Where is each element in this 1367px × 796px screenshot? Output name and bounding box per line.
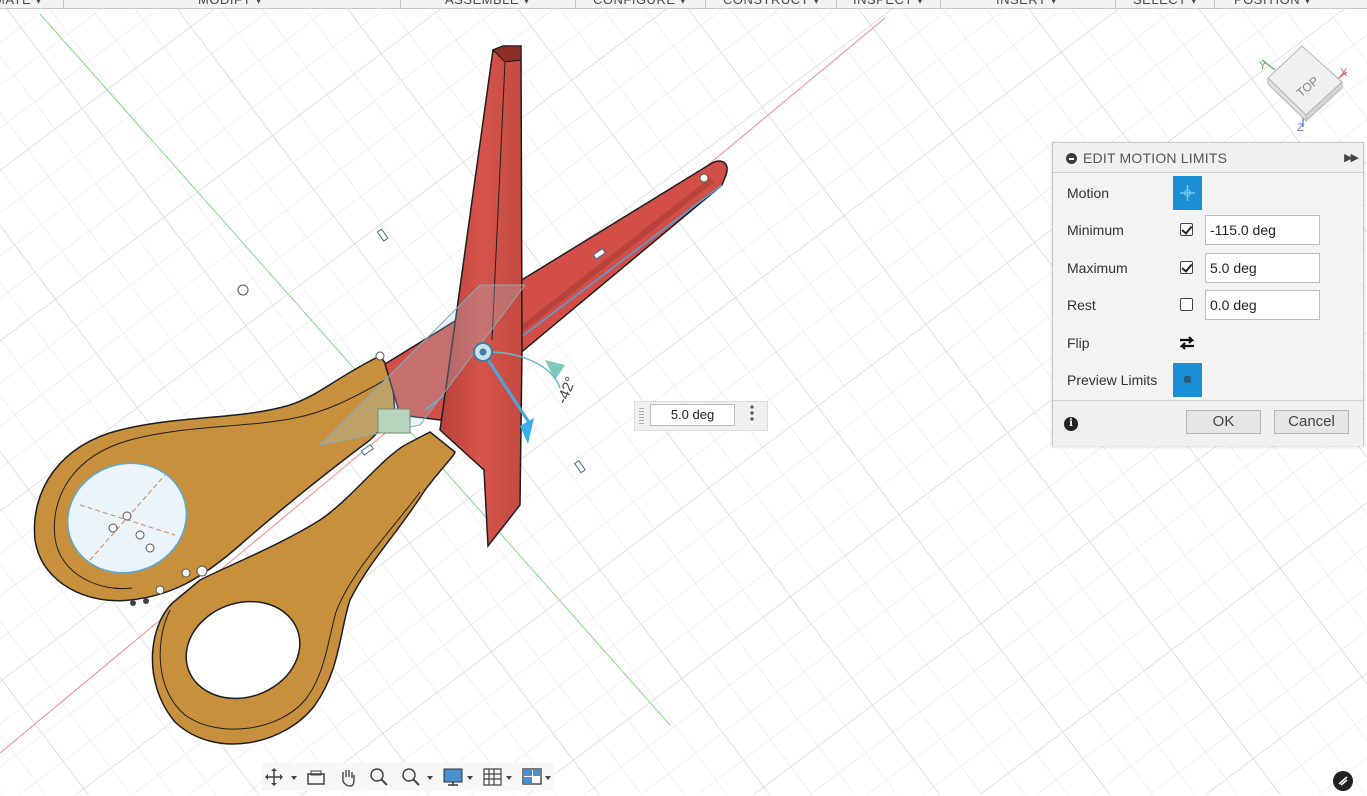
navigation-toolbar: [262, 763, 554, 791]
minimum-row: Minimum -115.0 deg: [1053, 213, 1363, 247]
flip-arrows-icon[interactable]: [1177, 333, 1197, 353]
menu-mate[interactable]: MATE ▾: [0, 0, 42, 8]
dialog-header: EDIT MOTION LIMITS ▶▶: [1053, 143, 1363, 173]
angle-input-widget: 5.0 deg: [634, 401, 768, 431]
dialog-title: EDIT MOTION LIMITS: [1083, 150, 1228, 166]
menu-separator: [575, 0, 576, 8]
cancel-button[interactable]: Cancel: [1274, 410, 1349, 434]
menu-assemble[interactable]: ASSEMBLE ▾: [445, 0, 530, 8]
preview-limits-toggle[interactable]: [1173, 363, 1202, 397]
drag-grip-icon[interactable]: [639, 408, 644, 424]
more-options-icon[interactable]: [750, 405, 754, 421]
maximum-checkbox[interactable]: [1180, 261, 1193, 274]
menu-separator: [1214, 0, 1215, 8]
dialog-footer: i OK Cancel: [1053, 400, 1363, 446]
viewcube-axis-y: Y: [1259, 60, 1267, 72]
maximum-label: Maximum: [1067, 260, 1128, 276]
motion-label: Motion: [1067, 185, 1110, 201]
pan-hand-icon[interactable]: [337, 767, 359, 787]
preview-limits-label: Preview Limits: [1067, 372, 1158, 388]
capture-position-icon[interactable]: [305, 767, 327, 787]
menu-inspect[interactable]: INSPECT ▾: [853, 0, 924, 8]
menu-modify[interactable]: MODIFY ▾: [198, 0, 262, 8]
motion-row: Motion: [1053, 176, 1363, 210]
minimum-input[interactable]: -115.0 deg: [1205, 215, 1320, 245]
viewcube-axis-x: X: [1340, 67, 1348, 79]
feedback-icon[interactable]: [1333, 771, 1353, 791]
rest-row: Rest 0.0 deg: [1053, 288, 1363, 322]
preview-dot-icon: [1184, 376, 1191, 383]
menu-separator: [940, 0, 941, 8]
viewcube-axis-z: Z: [1297, 122, 1304, 134]
minimum-label: Minimum: [1067, 222, 1124, 238]
zoom-icon[interactable]: [368, 767, 390, 787]
rest-input[interactable]: 0.0 deg: [1205, 290, 1320, 320]
grid-settings-icon[interactable]: [482, 767, 518, 787]
fit-zoom-icon[interactable]: [400, 767, 436, 787]
rest-label: Rest: [1067, 297, 1096, 313]
top-menu-bar: MATE ▾ MODIFY ▾ ASSEMBLE ▾ CONFIGURE ▾ C…: [0, 0, 1367, 9]
menu-insert[interactable]: INSERT ▾: [996, 0, 1057, 8]
flip-row: Flip: [1053, 326, 1363, 360]
flip-label: Flip: [1067, 335, 1090, 351]
edit-motion-limits-dialog: EDIT MOTION LIMITS ▶▶ Motion Minimum -11…: [1052, 142, 1364, 446]
menu-configure[interactable]: CONFIGURE ▾: [593, 0, 687, 8]
maximum-row: Maximum 5.0 deg: [1053, 251, 1363, 285]
preview-row: Preview Limits: [1053, 363, 1363, 397]
menu-separator: [1115, 0, 1116, 8]
rest-checkbox[interactable]: [1180, 298, 1193, 311]
maximum-input[interactable]: 5.0 deg: [1205, 253, 1320, 283]
angle-value-input[interactable]: 5.0 deg: [650, 404, 735, 426]
minimum-checkbox[interactable]: [1180, 223, 1193, 236]
menu-select[interactable]: SELECT ▾: [1133, 0, 1197, 8]
display-settings-icon[interactable]: [442, 767, 478, 787]
menu-separator: [400, 0, 401, 8]
motion-selector-button[interactable]: [1173, 176, 1202, 210]
menu-position[interactable]: POSITION ▾: [1234, 0, 1311, 8]
collapse-icon[interactable]: [1066, 153, 1077, 164]
ok-button[interactable]: OK: [1186, 410, 1261, 434]
expand-icon[interactable]: ▶▶: [1344, 151, 1359, 164]
rotation-axis-icon: [1180, 185, 1195, 201]
orbit-move-icon[interactable]: [264, 767, 300, 787]
menu-separator: [836, 0, 837, 8]
menu-separator: [705, 0, 706, 8]
info-icon[interactable]: i: [1064, 417, 1078, 431]
viewports-icon[interactable]: [521, 767, 557, 787]
menu-separator: [63, 0, 64, 8]
menu-construct[interactable]: CONSTRUCT ▾: [723, 0, 820, 8]
